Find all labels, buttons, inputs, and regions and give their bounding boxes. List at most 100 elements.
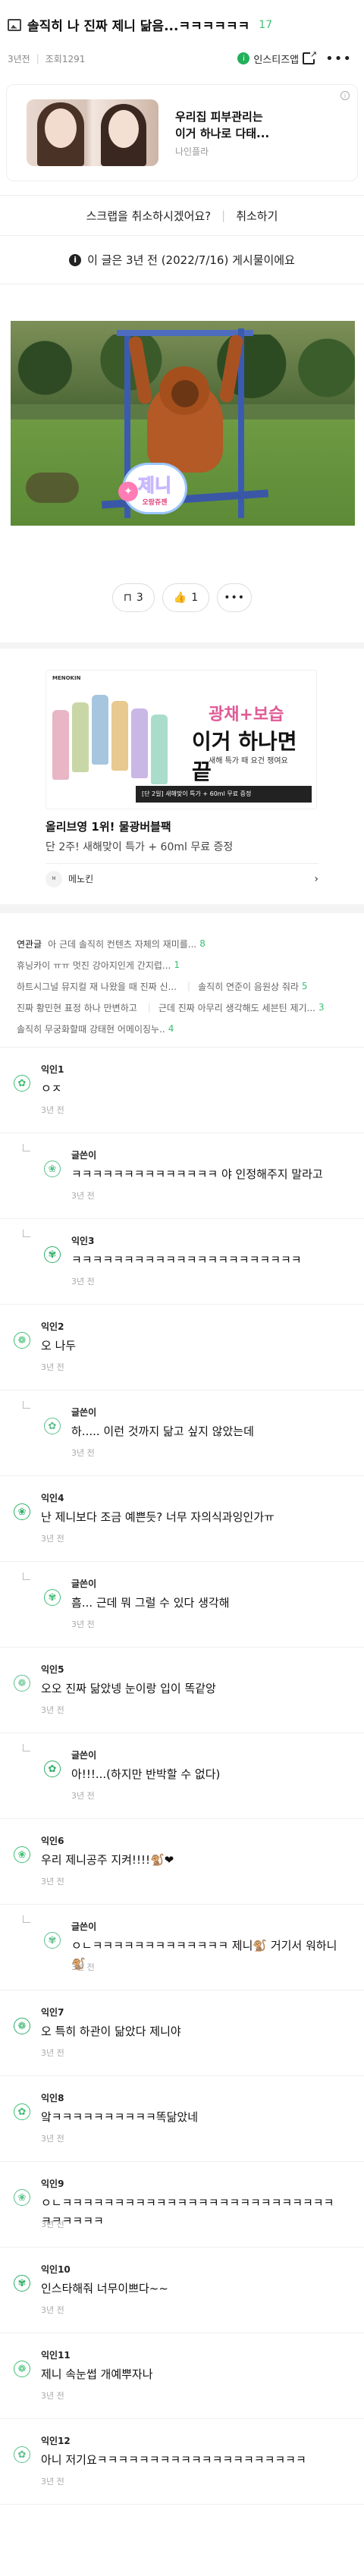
page: 솔직히 나 진짜 제니 닮음...ㅋㅋㅋㅋㅋㅋ 17 3년전 | 조회1291 … [0,0,364,2576]
comment-nickname[interactable]: 익인11 [41,2348,71,2361]
external-link-icon[interactable] [303,49,318,64]
comment-nickname[interactable]: 익인8 [41,2091,64,2104]
comment-item[interactable]: ❁ 익인11 제니 속눈썹 개예뿌자나 3년 전 [0,2333,364,2419]
avatar-icon: ❁ [14,1675,30,1692]
more-options-icon: ••• [224,592,245,604]
thumbs-up-icon: 👍 [173,592,187,604]
comment-nickname[interactable]: 익인3 [71,1234,94,1247]
post-image[interactable]: ✦ 제니 오랑쥬젠 [11,321,355,526]
reply-item[interactable]: ✾ 글쓴이 ㅇㄴㅋㅋㅋㅋㅋㅋㅋㅋㅋㅋㅋㅋㅋ 제니🐒 거기서 워하니🐒 3년 전 [0,1905,364,1990]
related-item[interactable]: 하트시그널 뮤지컬 재 나왔을 때 진짜 신... [17,980,180,993]
related-item[interactable]: 아 근데 솔직히 컨텐츠 자체의 재미를... 8 [48,938,206,950]
reply-item[interactable]: ✾ 글쓴이 흠... 근데 뭐 그럴 수 있다 생각해 3년 전 [0,1562,364,1648]
avatar-icon: ✾ [44,1589,61,1606]
name-caption-sub: 오랑쥬젠 [142,499,168,507]
ad-mid-tag: MENOKIN [52,675,81,681]
comment-body: 하..... 이런 것까지 닮고 싶지 않았는데 [71,1425,254,1438]
related-line: 연관글 아 근데 솔직히 컨텐츠 자체의 재미를... 8 [17,933,352,954]
avatar-icon: ✿ [14,2446,30,2463]
related-line: 휴닝카이 ㅠㅠ 멋진 강아지인게 간지럽... 1 [17,954,352,975]
comment-nickname[interactable]: 익인6 [41,1834,64,1847]
comment-nickname[interactable]: 글쓴이 [71,1577,96,1590]
board-link[interactable]: i 인스티즈앱 [237,49,318,66]
comment-time: 3년 전 [71,1619,95,1629]
comment-nickname[interactable]: 익인1 [41,1063,64,1076]
reaction-more-button[interactable]: ••• [217,583,253,612]
comment-nickname[interactable]: 글쓴이 [71,1748,96,1761]
scrap-cancel-row: 스크랩을 취소하시겠어요? | 취소하기 [0,195,364,236]
related-line: 진짜 황민현 표정 하나 만변하고 | 근데 진짜 아무리 생각해도 세븐틴 제기… [17,997,352,1018]
comment-item[interactable]: ❀ 익인6 우리 제니공주 지켜!!!!🐒❤ 3년 전 [0,1819,364,1905]
comment-time: 3년 전 [41,2134,64,2144]
view-count: 조회1291 [45,53,86,64]
comment-body: 앜ㅋㅋㅋㅋㅋㅋㅋㅋㅋㅋ똑닮았네 [41,2110,199,2124]
reply-item[interactable]: ✿ 글쓴이하..... 이런 것까지 닮고 싶지 않았는데 3년 전 [0,1390,364,1476]
scrap-question: 스크랩을 취소하시겠어요? [86,209,212,223]
comment-item[interactable]: ✿ 익인12 아니 저기요ㅋㅋㅋㅋㅋㅋㅋㅋㅋㅋㅋㅋㅋㅋㅋㅋㅋㅋㅋㅋ 3년 전 [0,2419,364,2505]
comment-item[interactable]: ❁ 익인5 오오 진짜 닮았넹 눈이랑 입이 똑같앙 3년 전 [0,1648,364,1733]
comment-body: ㅇㄴㅋㅋㅋㅋㅋㅋㅋㅋㅋㅋㅋㅋㅋㅋㅋㅋㅋㅋㅋㅋㅋㅋㅋㅋㅋㅋㅋㅋㅋㅋㅋㅋ [41,2196,334,2228]
comment-time: 3년 전 [41,2391,64,2401]
comment-item[interactable]: ✿ 익인8 앜ㅋㅋㅋㅋㅋㅋㅋㅋㅋㅋ똑닮았네 3년 전 [0,2076,364,2162]
image-post-icon [8,18,21,31]
ad-mid-image: MENOKIN 광채+보습 이거 하나면 끝 새해 특가 때 요건 쟁여요 [단… [46,670,317,809]
ad-banner-mid[interactable]: MENOKIN 광채+보습 이거 하나면 끝 새해 특가 때 요건 쟁여요 [단… [0,649,364,894]
ad-banner-top[interactable]: i 우리집 피부관리는 이거 하나로 다태... 나인플라 [6,84,358,181]
comment-nickname[interactable]: 익인7 [41,2006,64,2018]
comment-time: 3년 전 [71,1448,95,1458]
comment-list: ✿ 익인1 ㅇㅈ 3년 전 ❀ 글쓴이 ㅋㅋㅋㅋㅋㅋㅋㅋㅋㅋㅋㅋㅋㅋ 야 인정해주지 말라고… [0,1047,364,2505]
more-options-icon[interactable]: ••• [325,51,352,67]
comment-time: 3년 전 [41,2477,64,2486]
related-item[interactable]: | 근데 진짜 아무리 생각해도 세븐틴 제기... 3 [148,1001,325,1014]
related-item[interactable]: 휴닝카이 ㅠㅠ 멋진 강아지인게 간지럽... 1 [17,959,180,972]
comment-item[interactable]: ❁ 익인2 오 나두 3년 전 [0,1305,364,1390]
board-name: 인스티즈앱 [253,54,300,66]
scrap-cancel-button[interactable]: 취소하기 [236,208,278,224]
ad-info-icon[interactable]: i [340,91,350,100]
scrap-button[interactable]: ⊓ 3 [111,583,155,612]
related-item-count: 4 [168,1023,174,1034]
comment-item[interactable]: ✿ 익인1 ㅇㅈ 3년 전 [0,1048,364,1133]
comment-body: 제니 속눈썹 개예뿌자나 [41,2367,153,2381]
reply-item[interactable]: ❀ 글쓴이 ㅋㅋㅋㅋㅋㅋㅋㅋㅋㅋㅋㅋㅋㅋ 야 인정해주지 말라고 3년 전 [0,1133,364,1219]
comment-nickname[interactable]: 익인10 [41,2263,71,2276]
chevron-right-icon: › [314,872,318,885]
reaction-bar: ⊓ 3 👍 1 ••• [0,583,364,612]
comment-nickname[interactable]: 익인2 [41,1320,64,1333]
reply-arrow-icon [23,1144,30,1151]
posted-ago: 3년전 [8,53,30,64]
comment-nickname[interactable]: 글쓴이 [71,1148,96,1161]
avatar-icon: ✿ [44,1418,61,1434]
comment-item[interactable]: ❁ 익인7 오 특히 하관이 닮았다 제니야 3년 전 [0,1990,364,2076]
comment-nickname[interactable]: 익인5 [41,1663,64,1676]
comment-time: 3년 전 [71,1277,95,1286]
avatar-icon: ❁ [14,2361,30,2377]
product-bottles [52,687,171,801]
ad-mid-brand-row[interactable]: M 메노킨 › [46,863,318,894]
like-button[interactable]: 👍 1 [162,583,210,612]
comment-nickname[interactable]: 익인4 [41,1491,64,1504]
comment-nickname[interactable]: 익인9 [41,2177,64,2190]
comment-item[interactable]: ✾ 익인10 인스타해줘 너무이쁘다~~ 3년 전 [0,2248,364,2333]
name-caption-text: 제니 [137,475,172,497]
title-row: 솔직히 나 진짜 제니 닮음...ㅋㅋㅋㅋㅋㅋ 17 [8,15,352,34]
comment-nickname[interactable]: 익인12 [41,2434,71,2447]
related-item[interactable]: 진짜 황민현 표정 하나 만변하고 [17,1001,140,1014]
avatar-icon: ❀ [14,2189,30,2206]
related-item[interactable]: 솔직히 무궁화할때 강태현 어메이징누.. 4 [17,1023,174,1035]
comment-nickname[interactable]: 글쓴이 [71,1920,96,1933]
ad-brand: 나인플라 [175,146,209,157]
related-item-text: 근데 진짜 아무리 생각해도 세븐틴 제기... [158,1002,315,1013]
reply-item[interactable]: ✾ 익인3 ㅋㅋㅋㅋㅋㅋㅋㅋㅋㅋㅋㅋㅋㅋㅋㅋㅋㅋㅋㅋㅋㅋ 3년 전 [0,1219,364,1305]
avatar-icon: ❁ [14,2018,30,2034]
related-item[interactable]: | 솔직히 연준이 음원상 줘라 5 [187,980,308,993]
comment-nickname[interactable]: 글쓴이 [71,1406,96,1418]
comment-item[interactable]: ❀ 익인4 난 제니보다 조금 예쁜듯? 너무 자의식과잉인가ㅠ 3년 전 [0,1476,364,1562]
comment-body: 인스타해줘 너무이쁘다~~ [41,2282,168,2295]
avatar-icon: ❀ [14,1846,30,1863]
old-post-notice: i 이 글은 3년 전 (2022/7/16) 게시물이에요 [0,236,364,284]
comment-count[interactable]: 17 [259,19,272,31]
comment-time: 3년 전 [71,1962,95,1972]
reply-item[interactable]: ✿ 글쓴이 아!!!...(하지만 반박할 수 없다) 3년 전 [0,1733,364,1819]
comment-item[interactable]: ❀ 익인9 ㅇㄴㅋㅋㅋㅋㅋㅋㅋㅋㅋㅋㅋㅋㅋㅋㅋㅋㅋㅋㅋㅋㅋㅋㅋㅋㅋㅋㅋㅋㅋㅋㅋㅋ 3년… [0,2162,364,2248]
